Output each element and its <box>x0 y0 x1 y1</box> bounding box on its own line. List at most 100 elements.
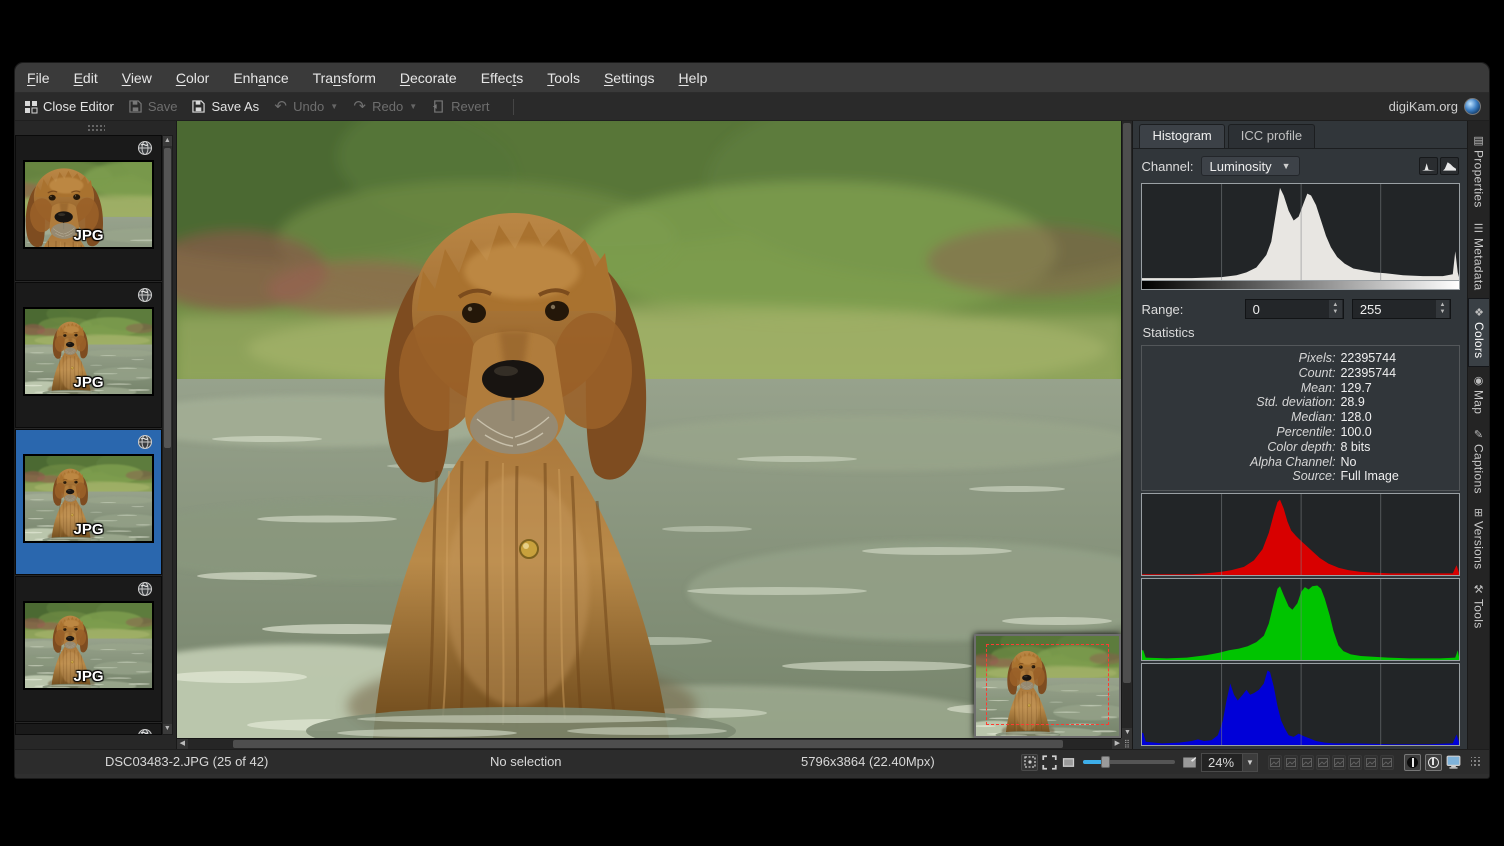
thumbnail-item-2[interactable]: JPG <box>15 282 162 428</box>
red-histogram[interactable] <box>1141 493 1460 576</box>
thumbnail-image[interactable]: JPG <box>23 454 154 543</box>
editor-mini-buttons <box>1268 755 1394 770</box>
format-badge: JPG <box>25 668 152 685</box>
metadata-icon: ☰ <box>1472 222 1485 235</box>
properties-icon: ▤ <box>1472 134 1485 147</box>
zoom-value[interactable]: 24% <box>1201 753 1243 772</box>
blue-histogram[interactable] <box>1141 663 1460 746</box>
log-scale-button[interactable] <box>1440 157 1459 175</box>
revert-button: Revert <box>431 99 489 114</box>
menu-item-file[interactable]: File <box>27 70 50 86</box>
fit-window-icon[interactable] <box>1042 755 1057 770</box>
menu-item-transform[interactable]: Transform <box>313 70 376 86</box>
scrollbar-thumb[interactable] <box>233 740 1063 748</box>
over-exposure-icon <box>1428 757 1439 768</box>
menu-item-color[interactable]: Color <box>176 70 209 86</box>
sidebar-tab-metadata[interactable]: ☰Metadata <box>1472 215 1486 298</box>
tab-icc-profile[interactable]: ICC profile <box>1228 124 1315 148</box>
menu-item-enhance[interactable]: Enhance <box>233 70 288 86</box>
spinner-arrows-icon[interactable]: ▲▼ <box>1329 300 1342 318</box>
luminosity-histogram[interactable] <box>1141 183 1460 290</box>
zoom-combo[interactable]: 24% ▼ <box>1201 753 1258 772</box>
close-editor-icon <box>23 99 38 114</box>
geolocation-globe-icon <box>137 728 153 735</box>
menu-item-effects[interactable]: Effects <box>481 70 524 86</box>
stat-row: Percentile:100.0 <box>1142 425 1459 440</box>
stat-row: Median:128.0 <box>1142 410 1459 425</box>
range-min-input[interactable]: 0 ▲▼ <box>1245 299 1344 319</box>
under-exposure-icon <box>1407 757 1418 768</box>
sidebar-tab-captions[interactable]: ✎Captions <box>1472 421 1486 501</box>
digikam-logo-icon <box>1464 98 1481 115</box>
chevron-down-icon[interactable]: ▼ <box>1243 753 1258 772</box>
editor-tool-button-4 <box>1316 755 1330 770</box>
spinner-arrows-icon[interactable]: ▲▼ <box>1436 300 1449 318</box>
zoom-out-icon[interactable] <box>1061 755 1076 770</box>
status-filename: DSC03483-2.JPG (25 of 42) <box>105 754 268 769</box>
stat-row: Alpha Channel:No <box>1142 455 1459 470</box>
canvas-horizontal-scrollbar[interactable]: ◀ ▶ <box>177 738 1123 749</box>
colors-sidebar-panel: HistogramICC profile Channel: Luminosity… <box>1132 121 1467 749</box>
pan-preview-visible-region[interactable] <box>986 644 1109 725</box>
under-exposure-indicator-button[interactable] <box>1404 754 1421 771</box>
thumbnail-list: JPG JPG JPG JPG <box>15 135 162 736</box>
menu-item-edit[interactable]: Edit <box>74 70 98 86</box>
canvas-vertical-scrollbar[interactable]: ▼ <box>1121 121 1132 738</box>
thumbnail-image[interactable]: JPG <box>23 307 154 396</box>
rgb-histograms <box>1141 493 1459 746</box>
chevron-down-icon: ▼ <box>330 102 338 111</box>
resize-grip[interactable] <box>1471 757 1481 767</box>
scroll-down-icon[interactable]: ▼ <box>163 724 172 734</box>
scrollbar-thumb[interactable] <box>164 148 171 448</box>
menu-item-tools[interactable]: Tools <box>547 70 580 86</box>
editor-tool-button-3 <box>1300 755 1314 770</box>
pan-preview[interactable] <box>974 634 1121 738</box>
status-dimensions: 5796x3864 (22.40Mpx) <box>801 754 935 769</box>
menu-item-decorate[interactable]: Decorate <box>400 70 457 86</box>
sidebar-scrollbar[interactable]: ▲ ▼ <box>162 135 173 735</box>
channel-dropdown[interactable]: Luminosity ▼ <box>1201 156 1300 176</box>
scroll-up-icon[interactable]: ▲ <box>163 136 172 146</box>
sidebar-tab-properties[interactable]: ▤Properties <box>1472 127 1486 215</box>
thumbnail-item-4[interactable]: JPG <box>15 576 162 722</box>
tools-icon: ⚒ <box>1472 583 1485 596</box>
splitter-handle[interactable] <box>87 124 105 131</box>
save-as-button[interactable]: Save As <box>191 99 259 114</box>
sidebar-tab-colors[interactable]: ❖Colors <box>1468 298 1490 367</box>
undo-button: ↶Undo▼ <box>273 99 338 114</box>
redo-button: ↷Redo▼ <box>352 99 417 114</box>
image-canvas[interactable]: ▼ ◀ ▶ ⣿ <box>177 121 1133 749</box>
sidebar-tab-map[interactable]: ◉Map <box>1472 367 1486 422</box>
thumbnail-item-3[interactable]: JPG <box>15 429 162 575</box>
over-exposure-indicator-button[interactable] <box>1425 754 1442 771</box>
redo-icon: ↷ <box>352 99 367 114</box>
fit-selection-button[interactable] <box>1021 754 1038 771</box>
thumbnail-item-1[interactable]: JPG <box>15 135 162 281</box>
zoom-in-icon[interactable] <box>1182 755 1197 770</box>
editor-tool-button-8 <box>1380 755 1394 770</box>
chevron-down-icon: ▼ <box>409 102 417 111</box>
stat-row: Source:Full Image <box>1142 469 1459 484</box>
thumbnail-image[interactable]: JPG <box>23 601 154 690</box>
menu-item-settings[interactable]: Settings <box>604 70 655 86</box>
menu-item-help[interactable]: Help <box>679 70 708 86</box>
sidebar-tab-tools[interactable]: ⚒Tools <box>1472 576 1486 636</box>
thumbnail-image[interactable]: JPG <box>23 160 154 249</box>
close-editor-button[interactable]: Close Editor <box>23 99 114 114</box>
tab-histogram[interactable]: Histogram <box>1139 124 1224 148</box>
map-icon: ◉ <box>1472 374 1485 387</box>
green-histogram[interactable] <box>1141 578 1460 661</box>
thumbnail-item-5[interactable] <box>15 723 162 735</box>
range-label: Range: <box>1141 302 1244 317</box>
zoom-slider[interactable] <box>1083 760 1175 764</box>
zoom-slider-knob[interactable] <box>1101 756 1110 768</box>
menu-item-view[interactable]: View <box>122 70 152 86</box>
sidebar-tab-versions[interactable]: ⊞Versions <box>1472 501 1486 576</box>
linear-scale-button[interactable] <box>1419 157 1438 175</box>
scroll-down-icon[interactable]: ▼ <box>1122 728 1132 738</box>
color-managed-view-button[interactable] <box>1446 755 1461 770</box>
scrollbar-thumb[interactable] <box>1123 123 1131 683</box>
pan-button[interactable]: ⣿ <box>1121 738 1132 749</box>
scroll-left-icon[interactable]: ◀ <box>177 739 188 749</box>
range-max-input[interactable]: 255 ▲▼ <box>1352 299 1451 319</box>
